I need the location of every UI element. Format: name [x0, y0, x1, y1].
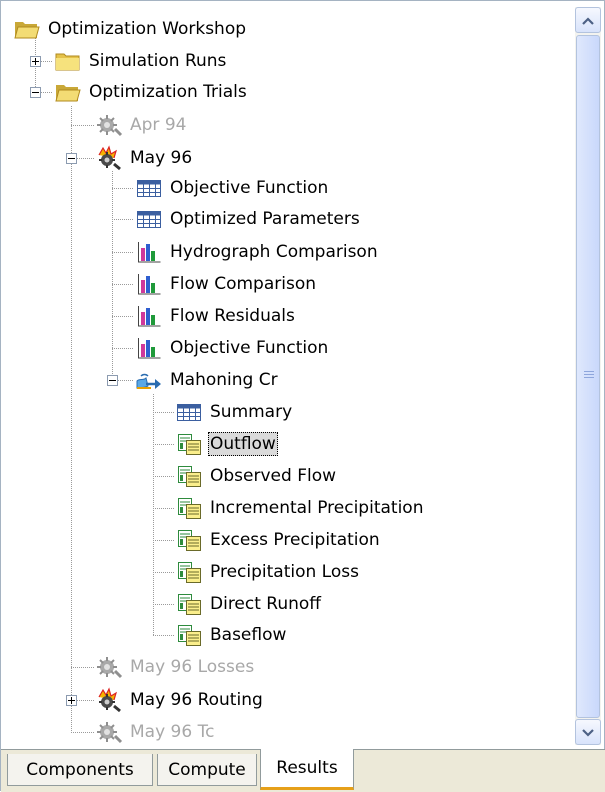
bar-graph-icon [135, 271, 163, 297]
tree-node-label: May 96 Tc [130, 722, 215, 742]
trial-gear-active-icon [95, 145, 123, 171]
tree-node-may96-losses[interactable]: May 96 Losses [95, 652, 256, 682]
grip-icon [584, 371, 594, 380]
trial-gear-disabled-icon [95, 654, 123, 680]
scrollbar-thumb[interactable] [576, 35, 600, 718]
tree-node-label: May 96 [130, 148, 193, 168]
tree-node-label: Objective Function [170, 338, 329, 358]
time-series-table-icon [175, 431, 203, 457]
tab-label: Results [276, 758, 338, 778]
tree-node-may96-tc[interactable]: May 96 Tc [95, 717, 216, 747]
tree-node-label: Optimization Trials [89, 82, 247, 102]
tree-node-flow-comparison[interactable]: Flow Comparison [135, 269, 318, 299]
tree-node-optimized-parameters[interactable]: Optimized Parameters [135, 204, 362, 234]
tree-node-label: Flow Residuals [170, 306, 295, 326]
tree-node-label: Optimization Workshop [48, 19, 247, 39]
tree-node-simulation-runs[interactable]: Simulation Runs [54, 46, 228, 76]
collapse-optimization-trials-toggle[interactable] [30, 87, 41, 98]
tree-node-optimization-workshop[interactable]: Optimization Workshop [13, 14, 248, 44]
time-series-table-icon [175, 527, 203, 553]
bar-graph-icon [135, 335, 163, 361]
tree-node-excess-precipitation[interactable]: Excess Precipitation [175, 525, 382, 555]
tree-node-objective-function-table[interactable]: Objective Function [135, 173, 330, 203]
tab-label: Components [26, 759, 134, 780]
folder-icon [54, 48, 82, 74]
tree-node-label: Outflow [208, 432, 278, 456]
tree-node-hydrograph-comparison[interactable]: Hydrograph Comparison [135, 237, 380, 267]
tree-node-label: Incremental Precipitation [210, 498, 424, 518]
time-series-table-icon [175, 591, 203, 617]
time-series-table-icon [175, 495, 203, 521]
chevron-up-icon [582, 10, 594, 30]
tree-node-mahoning-cr[interactable]: Mahoning Cr [135, 365, 280, 395]
tree-node-label: Optimized Parameters [170, 209, 360, 229]
scroll-up-button[interactable] [575, 7, 601, 33]
tree-node-label: Direct Runoff [210, 594, 322, 614]
time-series-table-icon [175, 622, 203, 648]
table-icon [135, 206, 163, 232]
tab-label: Compute [168, 759, 246, 780]
tree-node-may96-routing[interactable]: May 96 Routing [95, 685, 265, 715]
scroll-down-button[interactable] [575, 719, 601, 745]
tree-node-summary[interactable]: Summary [175, 397, 294, 427]
trial-gear-active-icon [95, 687, 123, 713]
tree-node-label: Objective Function [170, 178, 329, 198]
explorer-tab-bar: Components Compute Results [1, 749, 605, 792]
bar-graph-icon [135, 303, 163, 329]
tree-node-flow-residuals[interactable]: Flow Residuals [135, 301, 297, 331]
tree-node-baseflow[interactable]: Baseflow [175, 620, 288, 650]
subbasin-icon [135, 367, 163, 393]
expand-simulation-runs-toggle[interactable] [30, 56, 41, 67]
tree-node-label: Baseflow [210, 625, 287, 645]
tree-node-label: Apr 94 [130, 115, 187, 135]
tree-node-label: Flow Comparison [170, 274, 316, 294]
tree-node-label: Simulation Runs [89, 51, 227, 71]
table-icon [135, 175, 163, 201]
collapse-may96-toggle[interactable] [66, 153, 77, 164]
tree-node-label: Summary [210, 402, 293, 422]
watershed-explorer: Optimization Workshop Simulation Runs Op… [0, 0, 605, 792]
time-series-table-icon [175, 463, 203, 489]
tab-results[interactable]: Results [260, 749, 354, 790]
tree-node-may96[interactable]: May 96 [95, 143, 194, 173]
expand-may96-routing-toggle[interactable] [66, 695, 77, 706]
tree-node-label: Hydrograph Comparison [170, 242, 378, 262]
tree-node-label: Mahoning Cr [170, 370, 278, 390]
table-icon [175, 399, 203, 425]
tree-node-objective-function-graph[interactable]: Objective Function [135, 333, 330, 363]
time-series-table-icon [175, 559, 203, 585]
results-tree: Optimization Workshop Simulation Runs Op… [1, 1, 574, 749]
trial-gear-disabled-icon [95, 112, 123, 138]
tree-node-label: Observed Flow [210, 466, 336, 486]
tree-node-apr94[interactable]: Apr 94 [95, 110, 188, 140]
tree-node-optimization-trials[interactable]: Optimization Trials [54, 77, 249, 107]
tree-node-label: Precipitation Loss [210, 562, 359, 582]
tree-node-precipitation-loss[interactable]: Precipitation Loss [175, 557, 361, 587]
open-folder-icon [54, 79, 82, 105]
vertical-scrollbar[interactable] [575, 7, 601, 745]
tree-node-outflow[interactable]: Outflow [175, 429, 278, 459]
open-folder-icon [13, 16, 41, 42]
tab-compute[interactable]: Compute [157, 754, 257, 786]
bar-graph-icon [135, 239, 163, 265]
tree-node-label: May 96 Routing [130, 690, 263, 710]
tree-node-label: May 96 Losses [130, 657, 255, 677]
tree-node-observed-flow[interactable]: Observed Flow [175, 461, 338, 491]
collapse-mahoning-cr-toggle[interactable] [107, 375, 118, 386]
tab-components[interactable]: Components [7, 754, 153, 786]
tree-node-direct-runoff[interactable]: Direct Runoff [175, 589, 323, 619]
tree-node-label: Excess Precipitation [210, 530, 380, 550]
tree-node-incremental-precipitation[interactable]: Incremental Precipitation [175, 493, 425, 523]
chevron-down-icon [582, 722, 594, 742]
trial-gear-disabled-icon [95, 719, 123, 745]
